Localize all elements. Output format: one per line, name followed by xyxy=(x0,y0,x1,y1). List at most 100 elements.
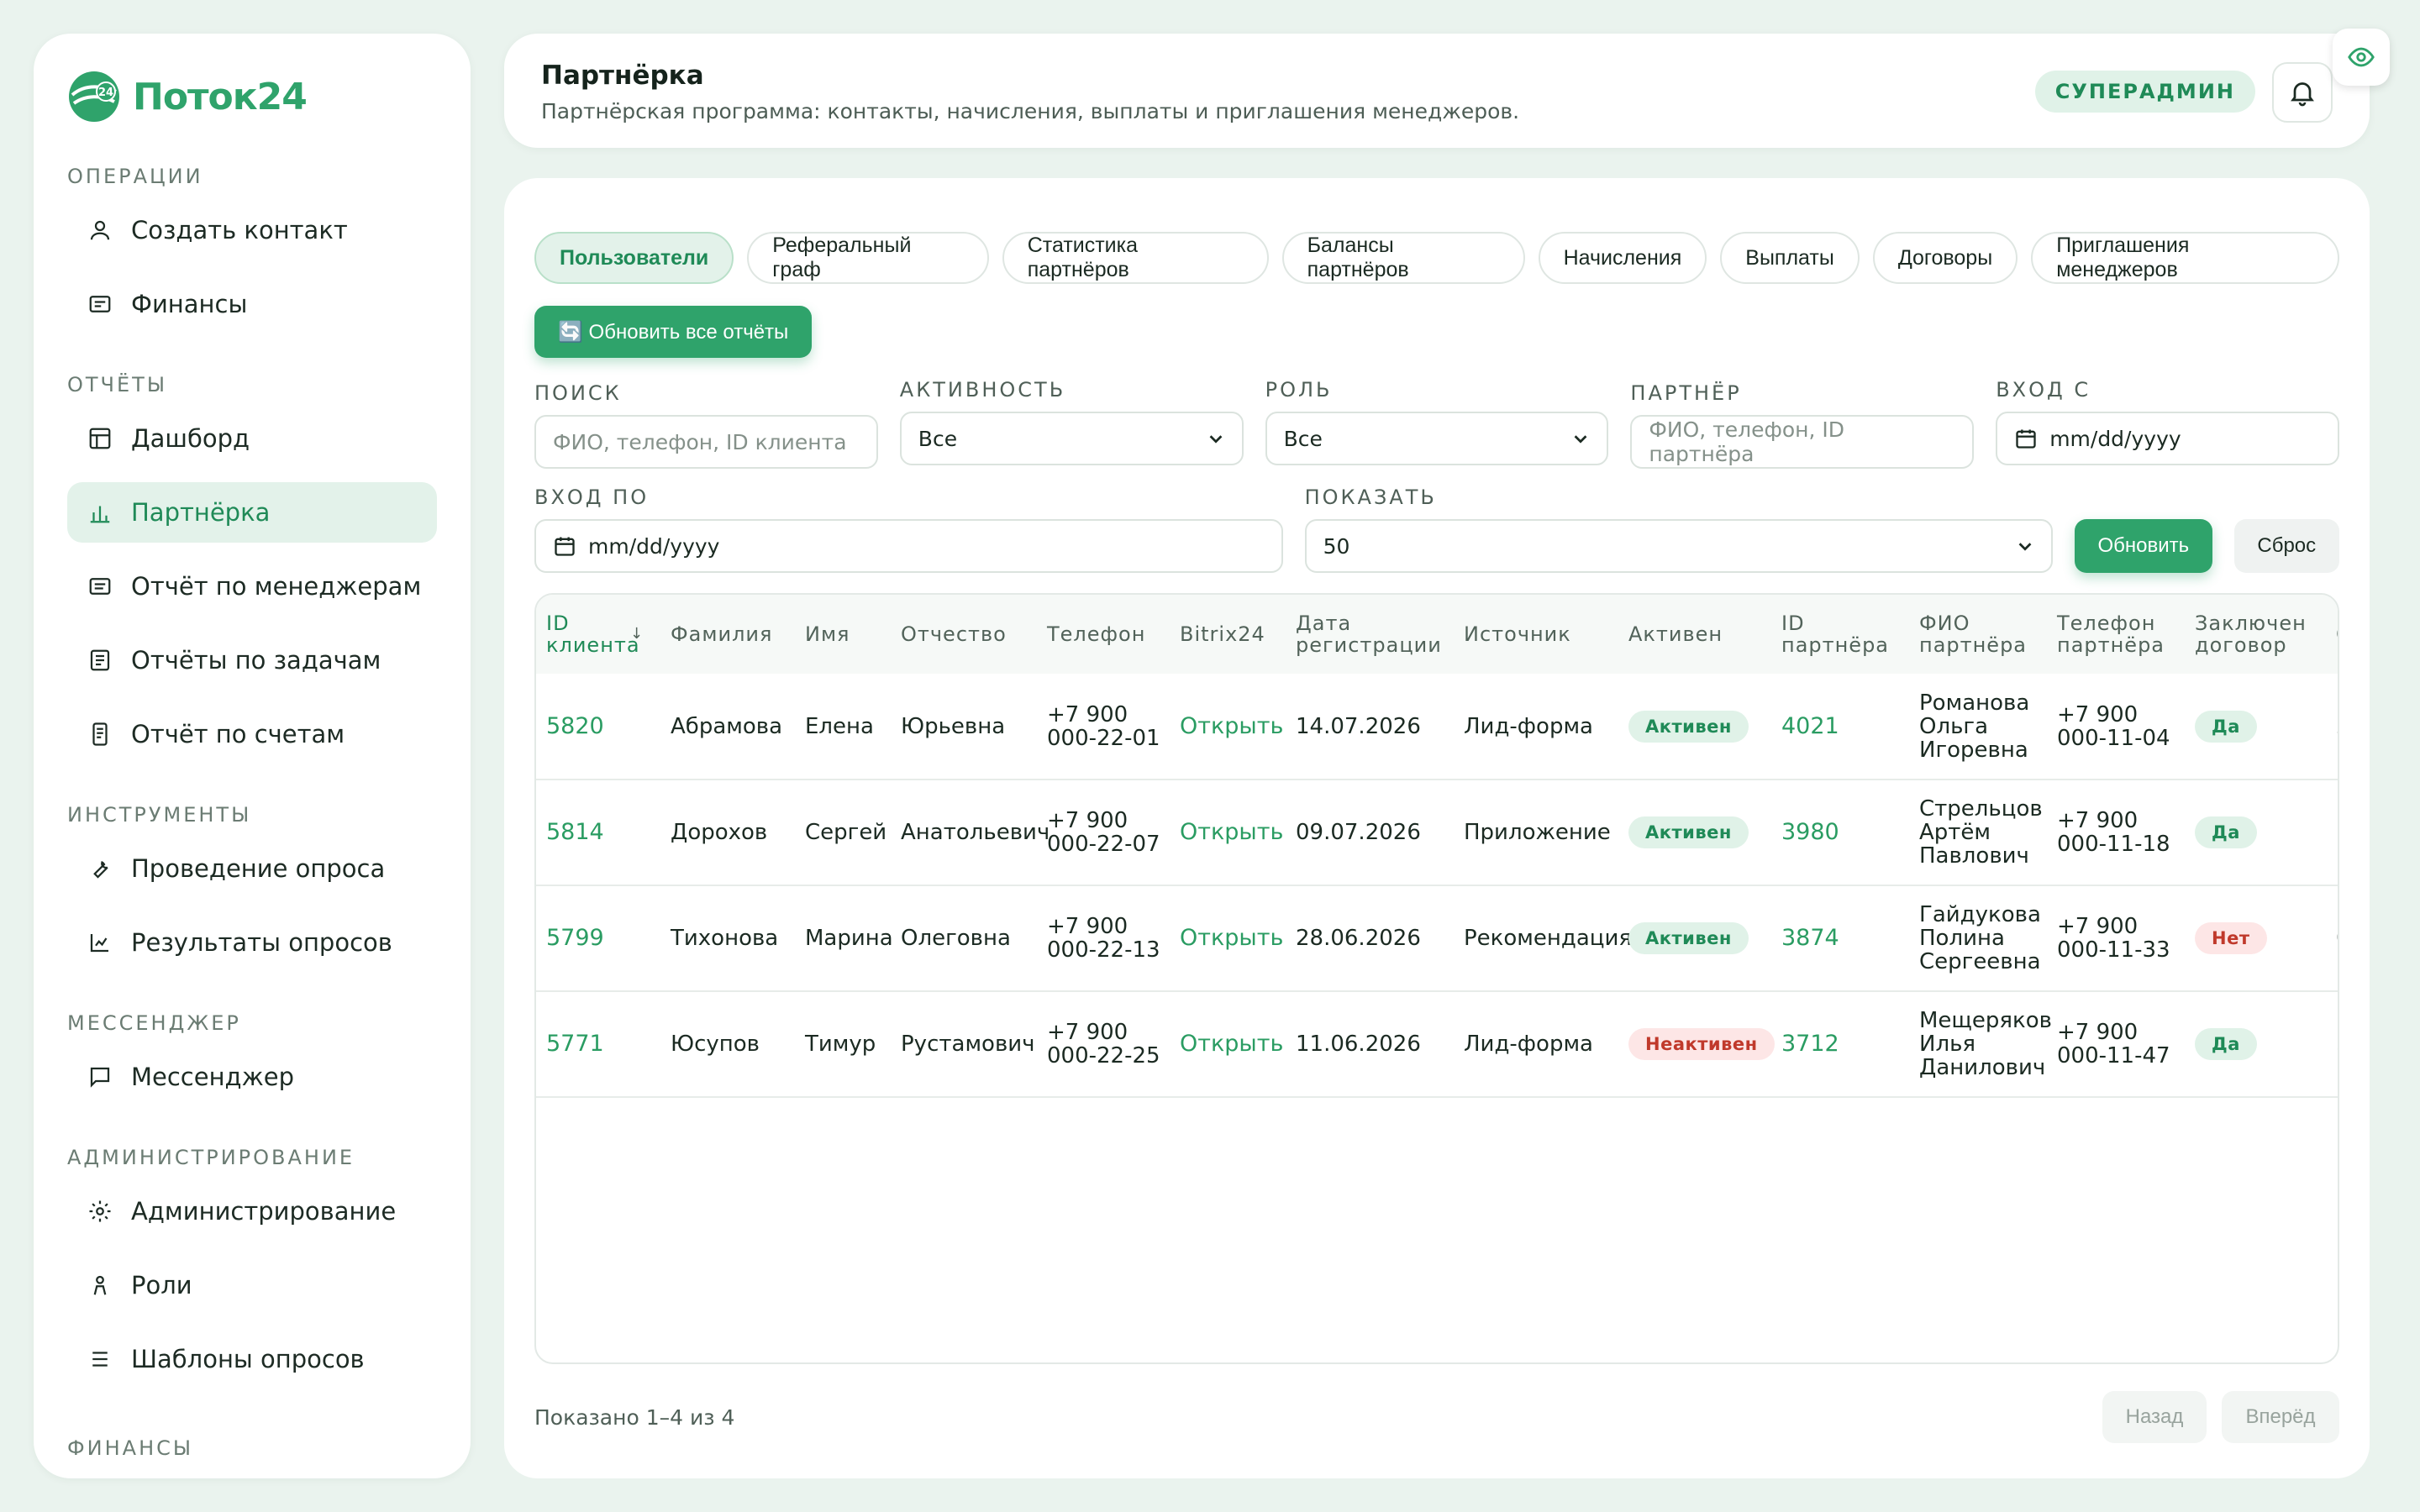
partner-id-link[interactable]: 4021 xyxy=(1781,713,1839,739)
client-id-link[interactable]: 5820 xyxy=(546,713,604,739)
column-header[interactable]: Телефон партнёра xyxy=(2047,595,2185,674)
tab[interactable]: Пользователи xyxy=(534,232,734,284)
sidebar-item[interactable]: Партнёрка xyxy=(67,482,437,543)
next-page-button[interactable]: Вперёд xyxy=(2222,1391,2339,1443)
logo-text: Поток24 xyxy=(133,75,308,118)
users-table-container[interactable]: ID клиента ↓ Фамилия Имя Отчество Телефон Bitr… xyxy=(534,593,2339,1364)
table-row[interactable]: 5814 Дорохов Сергей Анатольевич +7 900 000-2… xyxy=(536,780,2338,885)
pagination-summary: Показано 1–4 из 4 xyxy=(534,1404,735,1430)
tab[interactable]: Статистика партнёров xyxy=(1002,232,1269,284)
role-select[interactable]: Все xyxy=(1265,412,1609,465)
partner-id-link[interactable]: 3712 xyxy=(1781,1031,1839,1057)
prev-page-button[interactable]: Назад xyxy=(2102,1391,2207,1443)
client-id-link[interactable]: 5799 xyxy=(546,925,604,951)
sidebar-item[interactable]: Отчёт по счетам xyxy=(67,704,437,764)
filter-label: Вход с xyxy=(1996,378,2091,402)
sidebar-item-label: Дашборд xyxy=(131,424,250,453)
table-cell: 3874 xyxy=(1771,885,1909,991)
column-header[interactable]: Заключен договор xyxy=(2185,595,2326,674)
page-size-select[interactable]: 50 xyxy=(1304,519,2054,573)
partner-input[interactable]: ФИО, телефон, ID партнёра xyxy=(1630,415,1975,469)
bell-icon xyxy=(2291,82,2314,107)
column-header[interactable]: ID партнёра xyxy=(1771,595,1909,674)
role-badge: СУПЕРАДМИН xyxy=(2034,71,2255,113)
tab[interactable]: Договоры xyxy=(1872,232,2018,284)
bitrix-open-link[interactable]: Открыть xyxy=(1180,713,1283,739)
column-header[interactable]: С xyxy=(2326,595,2338,674)
sidebar-item[interactable]: Отчёты по задачам xyxy=(67,630,437,690)
sidebar-item[interactable]: Дашборд xyxy=(67,408,437,469)
contract-badge: Да xyxy=(2195,816,2257,848)
table-cell: Рекомендация xyxy=(1454,885,1632,991)
cell-registration-date: 09.07.2026 xyxy=(1296,820,1421,845)
status-badge: Активен xyxy=(1628,816,1749,848)
reset-button[interactable]: Сброс xyxy=(2233,519,2340,573)
logo[interactable]: 24 Поток24 xyxy=(67,67,437,126)
bitrix-open-link[interactable]: Открыть xyxy=(1180,1031,1283,1057)
column-header[interactable]: Фамилия xyxy=(660,595,795,674)
client-id-link[interactable]: 5814 xyxy=(546,819,604,845)
sort-desc-icon: ↓ xyxy=(630,625,644,643)
table-row[interactable]: 5799 Тихонова Марина Олеговна +7 900 000-22-… xyxy=(536,885,2338,991)
sidebar-item[interactable]: Отчёт по менеджерам xyxy=(67,556,437,617)
column-header[interactable]: Активен xyxy=(1618,595,1771,674)
cell-partner-name: Гайдукова Полина Сергеевна xyxy=(1919,902,2041,974)
visibility-toggle-button[interactable] xyxy=(2333,29,2390,86)
table-row[interactable]: 5771 Юсупов Тимур Рустамович +7 900 000-22-2… xyxy=(536,991,2338,1097)
filter-label: Поиск xyxy=(534,381,622,405)
tab[interactable]: Начисления xyxy=(1538,232,1707,284)
tab[interactable]: Выплаты xyxy=(1720,232,1860,284)
column-header[interactable]: Источник xyxy=(1454,595,1618,674)
activity-select[interactable]: Все xyxy=(899,412,1244,465)
nav-section-title: Отчёты xyxy=(67,373,168,396)
cell-first-name: Марина xyxy=(805,926,893,951)
column-header[interactable]: Bitrix24 xyxy=(1170,595,1286,674)
cell-partner-name: Мещеряков Илья Данилович xyxy=(1919,1008,2052,1080)
table-cell: Гайдукова Полина Сергеевна xyxy=(1909,885,2047,991)
invoice-icon xyxy=(87,722,113,747)
sidebar-item[interactable]: Роли xyxy=(67,1255,437,1315)
notifications-button[interactable] xyxy=(2272,62,2333,123)
bitrix-open-link[interactable]: Открыть xyxy=(1180,925,1283,951)
table-row[interactable]: 5820 Абрамова Елена Юрьевна +7 900 000-22-01… xyxy=(536,674,2338,780)
sidebar-item-label: Администрирование xyxy=(131,1197,397,1226)
table-cell: 3712 xyxy=(1771,991,1909,1097)
filter-login-from: Вход с mm/dd/yyyy xyxy=(1996,378,2339,469)
table-cell: Марина xyxy=(795,885,893,991)
cell-middle-name: Олеговна xyxy=(901,926,1011,951)
sidebar-item[interactable]: Создать контакт xyxy=(67,200,437,260)
search-input[interactable]: ФИО, телефон, ID клиента xyxy=(534,415,878,469)
cell-partner-name: Стрельцов Артём Павлович xyxy=(1919,796,2043,869)
cell-last-name: Юсупов xyxy=(671,1032,760,1057)
contract-badge: Да xyxy=(2195,710,2257,743)
update-button[interactable]: Обновить xyxy=(2075,519,2212,573)
sidebar-item[interactable]: Результаты опросов xyxy=(67,912,437,973)
login-from-date-input[interactable]: mm/dd/yyyy xyxy=(1996,412,2339,465)
partner-id-link[interactable]: 3980 xyxy=(1781,819,1839,845)
sidebar-item[interactable]: Администрирование xyxy=(67,1181,437,1242)
tab[interactable]: Реферальный граф xyxy=(747,232,989,284)
column-header[interactable]: Отчество xyxy=(891,595,1037,674)
bitrix-open-link[interactable]: Открыть xyxy=(1180,819,1283,845)
client-id-link[interactable]: 5771 xyxy=(546,1031,604,1057)
refresh-all-reports-button[interactable]: 🔄 Обновить все отчёты xyxy=(534,306,812,358)
filter-label: Показать xyxy=(1304,486,1437,509)
table-cell: 1 xyxy=(2326,780,2338,885)
table-cell: +7 900 000-22-13 xyxy=(1037,885,1170,991)
login-to-date-input[interactable]: mm/dd/yyyy xyxy=(534,519,1283,573)
sidebar-item[interactable]: Финансы xyxy=(67,274,437,334)
main-panel: Пользователи Реферальный граф Статистика п… xyxy=(504,178,2370,1478)
tab[interactable]: Балансы партнёров xyxy=(1281,232,1525,284)
column-header[interactable]: Имя xyxy=(795,595,891,674)
tab[interactable]: Приглашения менеджеров xyxy=(2031,232,2339,284)
column-header[interactable]: Дата регистрации xyxy=(1286,595,1454,674)
sidebar-item[interactable]: Шаблоны опросов xyxy=(67,1329,437,1389)
column-header[interactable]: ID клиента ↓ xyxy=(536,595,660,674)
sidebar-item[interactable]: Проведение опроса xyxy=(67,838,437,899)
sidebar-item[interactable]: Мессенджер xyxy=(67,1047,437,1107)
role-icon xyxy=(87,1273,113,1298)
partner-id-link[interactable]: 3874 xyxy=(1781,925,1839,951)
cell-extra: 2 xyxy=(2336,714,2338,739)
column-header[interactable]: Телефон xyxy=(1037,595,1170,674)
column-header[interactable]: ФИО партнёра xyxy=(1909,595,2047,674)
